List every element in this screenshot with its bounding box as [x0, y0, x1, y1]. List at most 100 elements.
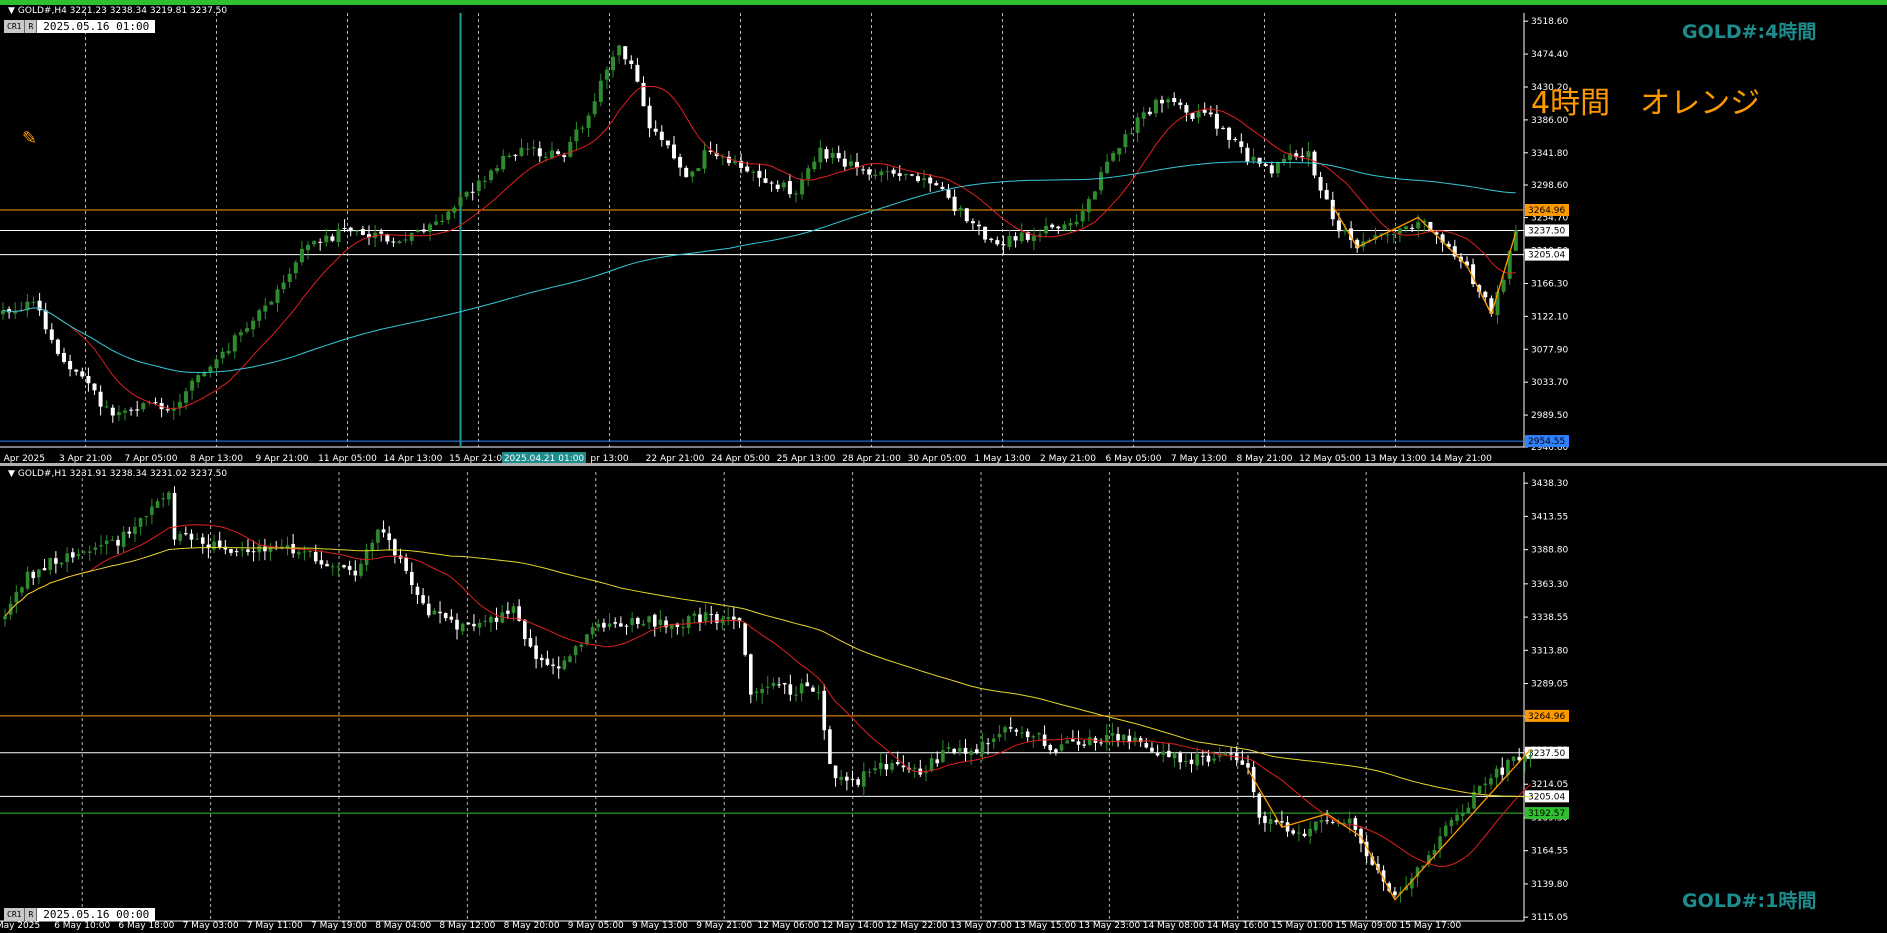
x-tick-label: 14 Apr 13:00 — [384, 454, 443, 463]
candle-body — [138, 517, 143, 527]
candle-body — [116, 539, 120, 546]
candle-body — [1068, 223, 1073, 226]
candle-body — [861, 169, 866, 171]
candle-body — [726, 617, 730, 620]
h1-watermark: GOLD#:1時間 — [1682, 890, 1817, 912]
candle-body — [99, 545, 103, 547]
candle-body — [623, 46, 628, 60]
price-tag-label: 3205.04 — [1528, 251, 1565, 261]
candle-body — [636, 617, 640, 624]
candle-body — [909, 174, 914, 176]
candle-body — [20, 587, 24, 593]
candle-body — [1291, 830, 1295, 834]
candle-body — [585, 634, 589, 644]
candle-body — [1268, 818, 1273, 825]
candle-body — [830, 153, 835, 158]
candle-body — [1031, 236, 1036, 242]
candle-body — [1013, 236, 1018, 241]
candle-body — [1214, 113, 1219, 129]
candle-body — [59, 562, 64, 565]
candle-body — [434, 221, 439, 225]
candle-body — [342, 565, 346, 568]
x-tick-label: 15 May 09:00 — [1335, 921, 1397, 931]
candle-body — [523, 619, 527, 640]
candle-body — [1483, 783, 1488, 786]
candle-body — [336, 229, 341, 243]
candle-body — [127, 531, 132, 534]
candle-body — [539, 657, 544, 661]
candle-body — [1263, 815, 1267, 823]
candle-body — [1201, 755, 1205, 757]
candle-body — [251, 320, 256, 330]
candle-body — [652, 614, 657, 627]
y-tick-label: 3214.05 — [1531, 780, 1568, 790]
candle-body — [818, 147, 823, 163]
candle-body — [928, 177, 933, 184]
candle-body — [190, 380, 195, 391]
h4-note: 4時間 オレンジ — [1531, 86, 1761, 121]
x-tick-label: 13 May 13:00 — [1365, 454, 1427, 463]
candle-body — [963, 747, 968, 754]
candle-body — [37, 569, 41, 578]
candle-body — [635, 64, 640, 82]
candle-body — [55, 339, 60, 354]
candle-body — [153, 402, 158, 404]
r-button[interactable]: R — [25, 20, 38, 33]
candle-body — [167, 492, 171, 500]
cr1-button[interactable]: CR1 — [4, 20, 26, 33]
candle-body — [698, 614, 702, 623]
candle-body — [743, 623, 747, 655]
candle-body — [342, 228, 347, 230]
candle-body — [376, 529, 380, 543]
candle-body — [543, 156, 548, 158]
candle-body — [703, 612, 708, 622]
candle-body — [476, 180, 481, 192]
candle-body — [873, 174, 878, 177]
candle-body — [775, 184, 780, 189]
candle-body — [359, 563, 363, 576]
candle-body — [1206, 755, 1211, 762]
candle-body — [1314, 821, 1318, 831]
x-tick-label: 15 May 01:00 — [1271, 921, 1333, 931]
candle-body — [263, 546, 267, 552]
h4-watermark: GOLD#:4時間 — [1682, 21, 1817, 43]
h1-chart-svg[interactable]: 3438.30 3413.55 3388.80 3363.30 3338.55 3313.… — [0, 466, 1887, 933]
h1-timestamp-box: CR1 R 2025.05.16 00:00 — [4, 908, 156, 921]
candle-body — [196, 375, 201, 383]
candle-body — [794, 694, 798, 696]
y-tick-label: 3413.55 — [1531, 512, 1568, 522]
candle-body — [895, 762, 900, 765]
candle-body — [348, 227, 353, 232]
candle-body — [1233, 138, 1238, 140]
r-button[interactable]: R — [25, 908, 38, 921]
candle-body — [763, 178, 768, 183]
collapse-triangle-icon[interactable]: ▼ — [8, 6, 15, 16]
candle-body — [1308, 828, 1312, 837]
candle-body — [760, 689, 764, 694]
h4-chart-svg[interactable]: 3518.603474.403430.203386.003341.803298.… — [0, 5, 1887, 463]
candle-body — [556, 151, 561, 155]
cr1-button[interactable]: CR1 — [4, 908, 26, 921]
candle-body — [426, 603, 431, 616]
candle-body — [1275, 162, 1280, 174]
candle-body — [1319, 820, 1324, 823]
candle-body — [76, 554, 81, 556]
candle-body — [25, 571, 30, 589]
h1-header: ▼ GOLD#,H1 3231.91 3238.34 3231.02 3237.5… — [8, 469, 227, 479]
candle-body — [884, 764, 889, 770]
candle-body — [177, 401, 182, 408]
candle-body — [574, 129, 579, 142]
candle-body — [370, 542, 375, 551]
candle-body — [403, 239, 408, 241]
candle-body — [678, 156, 683, 168]
collapse-triangle-icon[interactable]: ▼ — [8, 469, 15, 479]
h4-chart-pane[interactable]: 3518.60 3474.40 3430.20 3386.00 3341.80 3298.… — [0, 5, 1887, 463]
candle-body — [709, 613, 714, 615]
h1-chart-pane[interactable]: 3438.30 3413.55 3388.80 3363.30 3338.55 3313.… — [0, 466, 1887, 933]
crosshair-pencil-icon[interactable]: ✎ — [22, 128, 37, 149]
candle-body — [562, 155, 567, 157]
candle-body — [86, 376, 91, 384]
candle-body — [885, 171, 890, 173]
candle-body — [1246, 763, 1250, 768]
candle-body — [318, 241, 323, 243]
